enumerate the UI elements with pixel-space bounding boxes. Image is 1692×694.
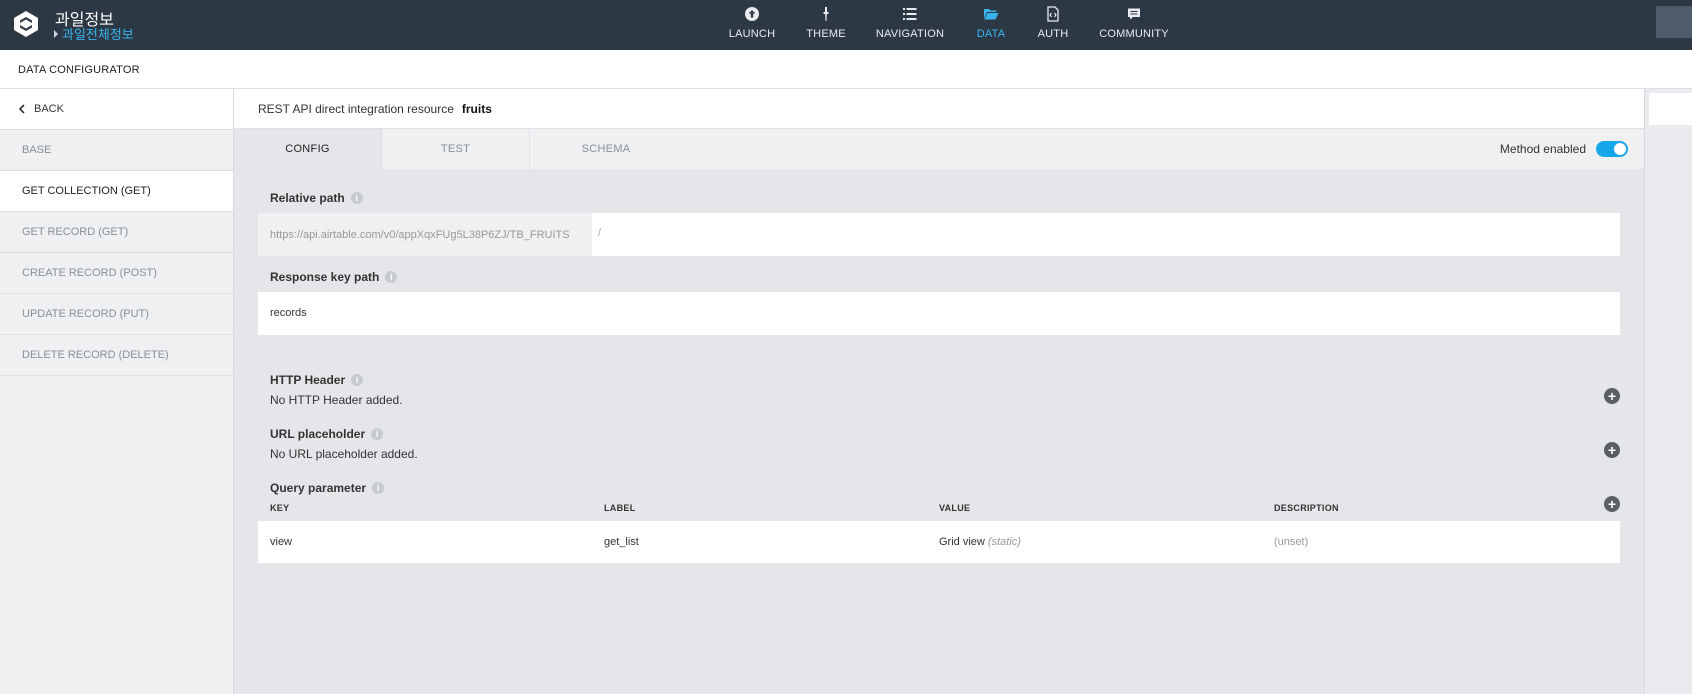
tab-label: SCHEMA xyxy=(581,143,631,155)
method-enabled-control: Method enabled xyxy=(1500,141,1628,157)
folder-open-icon xyxy=(984,9,999,20)
main-panel: REST API direct integration resource fru… xyxy=(234,89,1644,694)
chevron-left-icon xyxy=(18,104,25,114)
method-sidebar: BACK BASE GET COLLECTION (GET) GET RECOR… xyxy=(0,89,234,694)
nav-label: DATA xyxy=(976,28,1006,40)
nav-label: THEME xyxy=(806,28,846,40)
sidebar-item-get-collection[interactable]: GET COLLECTION (GET) xyxy=(0,171,233,212)
sidebar-item-get-record[interactable]: GET RECORD (GET) xyxy=(0,212,233,253)
sidebar-item-label: BASE xyxy=(22,144,52,156)
sidebar-item-create-record[interactable]: CREATE RECORD (POST) xyxy=(0,253,233,294)
http-header-label: HTTP Header i xyxy=(270,373,364,387)
sidebar-item-update-record[interactable]: UPDATE RECORD (PUT) xyxy=(0,294,233,335)
table-row[interactable]: view get_list Grid view (static) (unset) xyxy=(258,521,1620,563)
relative-path-input[interactable] xyxy=(610,213,1610,256)
http-header-empty: No HTTP Header added. xyxy=(270,393,403,407)
relative-path-separator: / xyxy=(598,227,602,239)
column-header-description: DESCRIPTION xyxy=(1274,503,1339,513)
tab-label: TEST xyxy=(440,143,471,155)
resource-label: REST API direct integration resource xyxy=(258,101,454,116)
relative-path-label: Relative path i xyxy=(270,191,363,205)
relative-path-field: https://api.airtable.com/v0/appXqxFUg5L3… xyxy=(258,213,1620,256)
info-icon[interactable]: i xyxy=(371,428,384,440)
sidebar-item-label: GET COLLECTION (GET) xyxy=(22,185,151,197)
info-icon[interactable]: i xyxy=(350,192,363,204)
method-enabled-label: Method enabled xyxy=(1499,142,1586,156)
url-placeholder-label-text: URL placeholder xyxy=(270,427,366,441)
nav-label: LAUNCH xyxy=(728,28,776,40)
cell-description: (unset) xyxy=(1274,536,1309,548)
sidebar-item-label: DELETE RECORD (DELETE) xyxy=(22,349,169,361)
nav-label: AUTH xyxy=(1037,28,1069,40)
toggle-knob xyxy=(1614,143,1626,155)
comment-icon xyxy=(1128,8,1140,20)
cell-value-note: (static) xyxy=(987,536,1021,548)
column-header-key: KEY xyxy=(270,503,290,513)
column-header-label: LABEL xyxy=(604,503,636,513)
tab-schema[interactable]: SCHEMA xyxy=(530,129,682,169)
top-bar: 과일정보 과일전체정보 LAUNCH THEME NAVIGATION DATA… xyxy=(0,0,1692,50)
info-icon[interactable]: i xyxy=(385,271,398,283)
info-icon[interactable]: i xyxy=(351,374,364,386)
url-placeholder-empty: No URL placeholder added. xyxy=(270,447,418,461)
user-menu-button[interactable] xyxy=(1656,6,1692,38)
query-parameter-label: Query parameter i xyxy=(270,481,385,495)
resource-bar: REST API direct integration resource fru… xyxy=(234,89,1644,129)
method-tabs: CONFIG TEST SCHEMA Method enabled xyxy=(234,129,1644,169)
url-placeholder-label: URL placeholder i xyxy=(270,427,384,441)
back-button[interactable]: BACK xyxy=(0,89,233,130)
nav-community[interactable]: COMMUNITY xyxy=(1099,0,1169,50)
page-title: DATA CONFIGURATOR xyxy=(18,64,140,76)
response-key-path-label-text: Response key path xyxy=(270,270,380,284)
nav-theme[interactable]: THEME xyxy=(805,0,847,50)
sub-header: DATA CONFIGURATOR xyxy=(0,50,1692,89)
resource-name: fruits xyxy=(461,101,492,116)
list-icon xyxy=(903,8,917,20)
info-icon[interactable]: i xyxy=(372,482,385,494)
cell-value-text: Grid view xyxy=(939,536,985,548)
query-parameter-label-text: Query parameter xyxy=(270,481,367,495)
tab-config[interactable]: CONFIG xyxy=(234,129,382,169)
cell-label: get_list xyxy=(604,536,639,548)
relative-path-label-text: Relative path xyxy=(270,191,345,205)
app-subtitle-text: 과일전체정보 xyxy=(62,28,134,43)
nav-data[interactable]: DATA xyxy=(975,0,1007,50)
back-label: BACK xyxy=(34,103,64,115)
sidebar-item-label: UPDATE RECORD (PUT) xyxy=(22,308,149,320)
brush-icon xyxy=(823,7,829,21)
response-key-path-field[interactable]: records xyxy=(258,292,1620,335)
sidebar-item-label: GET RECORD (GET) xyxy=(22,226,129,238)
sidebar-item-label: CREATE RECORD (POST) xyxy=(22,267,157,279)
cell-key: view xyxy=(270,536,293,548)
app-subtitle[interactable]: 과일전체정보 xyxy=(54,24,134,43)
nav-label: COMMUNITY xyxy=(1099,28,1169,40)
add-url-placeholder-button[interactable]: + xyxy=(1604,442,1620,458)
http-header-label-text: HTTP Header xyxy=(270,373,346,387)
caret-right-icon xyxy=(54,29,58,38)
tab-test[interactable]: TEST xyxy=(382,129,530,169)
tab-label: CONFIG xyxy=(285,143,330,155)
add-http-header-button[interactable]: + xyxy=(1604,388,1620,404)
response-key-path-label: Response key path i xyxy=(270,270,398,284)
app-logo-icon[interactable] xyxy=(12,10,40,38)
nav-auth[interactable]: AUTH xyxy=(1037,0,1069,50)
right-panel xyxy=(1644,89,1692,694)
sidebar-item-base[interactable]: BASE xyxy=(0,130,233,171)
nav-label: NAVIGATION xyxy=(875,28,945,40)
upload-circle-icon xyxy=(745,7,759,21)
add-query-parameter-button[interactable]: + xyxy=(1604,496,1620,512)
nav-navigation[interactable]: NAVIGATION xyxy=(875,0,945,50)
cell-value: Grid view (static) xyxy=(939,536,1021,548)
method-enabled-toggle[interactable] xyxy=(1596,141,1628,157)
right-panel-box xyxy=(1649,93,1692,125)
sidebar-item-delete-record[interactable]: DELETE RECORD (DELETE) xyxy=(0,335,233,376)
response-key-path-value: records xyxy=(270,307,307,319)
relative-path-prefix: https://api.airtable.com/v0/appXqxFUg5L3… xyxy=(258,213,592,256)
nav-launch[interactable]: LAUNCH xyxy=(728,0,776,50)
column-header-value: VALUE xyxy=(939,503,971,513)
file-code-icon xyxy=(1047,6,1059,22)
